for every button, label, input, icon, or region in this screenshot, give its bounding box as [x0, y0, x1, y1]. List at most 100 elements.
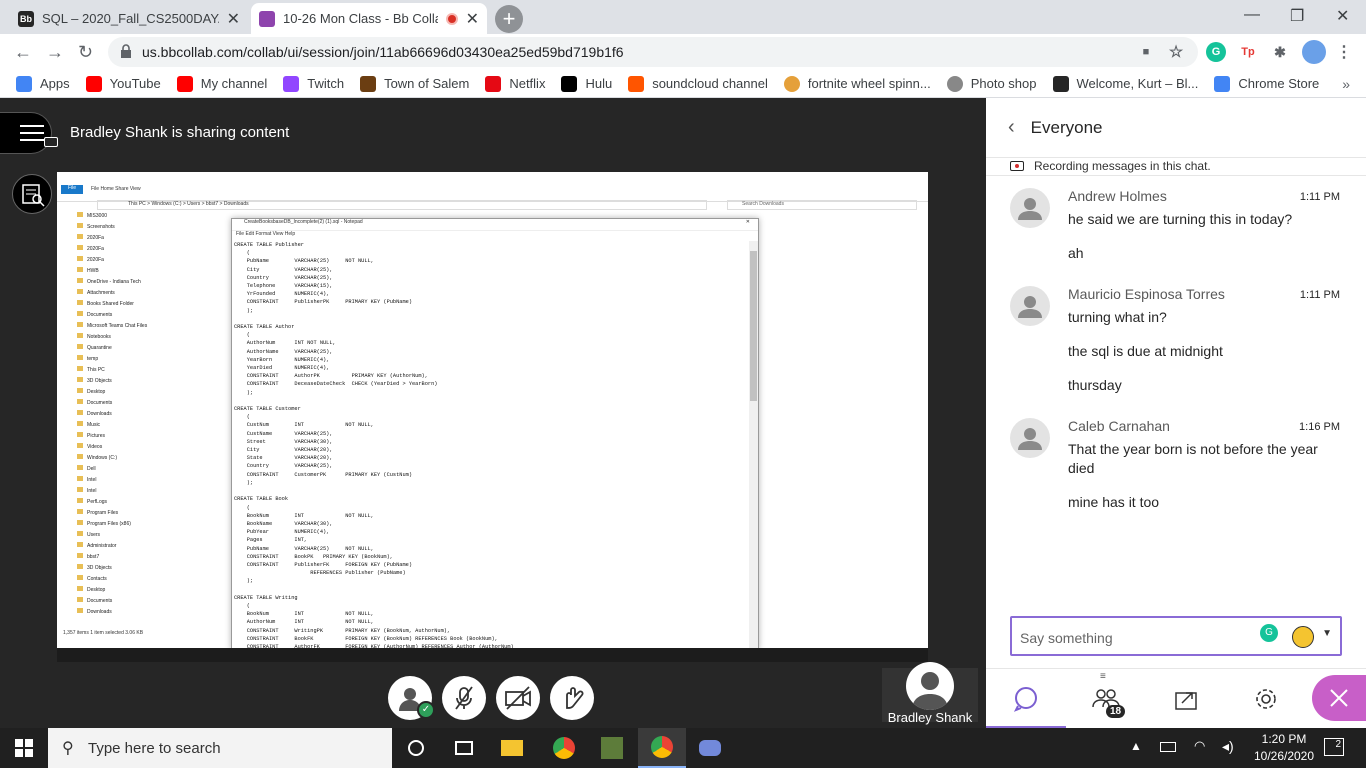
address-bar[interactable]: us.bbcollab.com/collab/ui/session/join/1… [108, 37, 1198, 67]
nav-pane-item: OneDrive - Indiana Tech [57, 278, 207, 289]
bookmark-soundcloud[interactable]: soundcloud channel [628, 75, 768, 92]
chrome-button[interactable] [540, 728, 588, 768]
avatar [1010, 286, 1050, 326]
minecraft-button[interactable] [588, 728, 636, 768]
nav-pane-item: Documents [57, 311, 207, 322]
share-content-icon[interactable] [12, 174, 52, 214]
close-tab-icon[interactable]: ✕ [227, 9, 240, 29]
volume-icon[interactable]: ◂) [1222, 738, 1234, 755]
folder-icon [77, 498, 83, 503]
notifications-button[interactable]: 2 [1324, 738, 1344, 756]
forward-icon[interactable]: → [46, 42, 64, 63]
folder-icon [77, 487, 83, 492]
restore-icon[interactable]: ❐ [1290, 6, 1304, 26]
taskbar-clock[interactable]: 1:20 PM 10/26/2020 [1246, 731, 1322, 765]
bookmark-hulu[interactable]: Hulu [561, 75, 612, 92]
ribbon-file-tab: File [61, 185, 83, 194]
folder-icon [77, 553, 83, 558]
windows-taskbar: ⚲ Type here to search ▲ ◠ ◂) 1:20 PM 10/… [0, 728, 1366, 768]
folder-icon [77, 410, 83, 415]
notification-count: 2 [1335, 739, 1341, 750]
discord-button[interactable] [686, 728, 734, 768]
recording-icon [1010, 161, 1024, 171]
settings-tab[interactable] [1226, 669, 1306, 729]
bookmark-youtube[interactable]: YouTube [85, 75, 161, 92]
emoji-icon[interactable] [1292, 626, 1314, 648]
presenter-tile[interactable]: Bradley Shank [882, 662, 978, 725]
hulu-icon [561, 75, 578, 92]
folder-icon [77, 256, 83, 261]
window-close-icon[interactable]: ✕ [1336, 6, 1349, 26]
chrome-active-button[interactable] [638, 728, 686, 768]
more-bookmarks-icon[interactable]: » [1342, 76, 1350, 92]
taskbar-search[interactable]: ⚲ Type here to search [48, 728, 392, 768]
notepad-window: CreateBooksbaseDB_Incomplete(2) (1).sql … [231, 218, 759, 650]
bookmark-fortnite-wheel[interactable]: fortnite wheel spinn... [783, 75, 931, 92]
session-menu-button[interactable] [0, 112, 58, 154]
raise-hand-button[interactable] [550, 676, 594, 720]
wifi-icon[interactable]: ◠ [1194, 738, 1205, 754]
bookmark-chrome-store[interactable]: Chrome Store [1214, 75, 1319, 92]
chat-input[interactable]: Say something G ▼ [1010, 616, 1342, 656]
battery-icon[interactable] [1160, 742, 1176, 752]
cortana-button[interactable] [392, 728, 440, 768]
folder-icon [77, 267, 83, 272]
bookmark-netflix[interactable]: Netflix [485, 75, 545, 92]
chat-title: Everyone [1030, 117, 1103, 137]
back-chevron-icon[interactable]: ‹ [1008, 116, 1015, 139]
nav-pane-item: temp [57, 355, 207, 366]
notepad-menu: File Edit Format View Help [236, 231, 296, 237]
avatar[interactable] [1302, 40, 1326, 64]
message-time: 1:11 PM [1299, 191, 1340, 203]
bookmark-welcome-kurt[interactable]: Welcome, Kurt – Bl... [1052, 75, 1198, 92]
chevron-down-icon[interactable]: ▼ [1322, 628, 1332, 639]
bookmark-apps[interactable]: Apps [16, 75, 70, 92]
presenter-avatar [906, 662, 954, 710]
extension-tp-icon[interactable]: Tp [1238, 42, 1258, 62]
tab-collab[interactable]: 10-26 Mon Class - Bb Collab ✕ [251, 3, 487, 34]
extensions-icon[interactable]: ✱ [1270, 42, 1290, 62]
grammarly-icon[interactable]: G [1206, 42, 1226, 62]
folder-icon [77, 322, 83, 327]
file-explorer-button[interactable] [488, 728, 536, 768]
bookmark-my-channel[interactable]: My channel [176, 75, 267, 92]
folder-icon [77, 520, 83, 525]
share-icon [1175, 692, 1197, 710]
camera-icon[interactable]: ■ [1136, 42, 1156, 62]
reload-icon[interactable]: ↻ [78, 42, 93, 63]
nav-pane-item: Documents [57, 399, 207, 410]
bookmark-star-icon[interactable]: ☆ [1166, 42, 1186, 62]
camera-button[interactable] [496, 676, 540, 720]
chat-panel: ‹ Everyone Recording messages in this ch… [986, 98, 1366, 729]
chat-message: Andrew Holmes 1:11 PM he said we are tur… [986, 188, 1366, 278]
new-tab-button[interactable]: + [495, 5, 523, 33]
microphone-button[interactable] [442, 676, 486, 720]
tab-sql[interactable]: Bb SQL – 2020_Fall_CS2500DAYAA D ✕ [10, 3, 248, 34]
nav-pane-item: Intel [57, 476, 207, 487]
share-content-tab[interactable] [1146, 669, 1226, 729]
tab-title: 10-26 Mon Class - Bb Collab [283, 11, 438, 26]
close-panel-button[interactable] [1312, 675, 1366, 721]
task-view-button[interactable] [440, 728, 488, 768]
chevron-up-icon[interactable]: ▲ [1130, 739, 1142, 753]
my-status-button[interactable]: ✓ [388, 676, 435, 720]
participants-tab[interactable]: 18 [1066, 669, 1146, 729]
clock-date: 10/26/2020 [1253, 749, 1315, 763]
message-text: thursday [1068, 377, 1122, 393]
bookmarks-bar: Apps YouTube My channel Twitch Town of S… [0, 70, 1366, 98]
more-icon[interactable]: ⋮ [1334, 42, 1354, 62]
folder-icon [77, 586, 83, 591]
bookmark-town-of-salem[interactable]: Town of Salem [360, 75, 469, 92]
explorer-nav-pane: MIS3000 Screenshots 2020Fa 2020Fa 2020Fa HWB O… [57, 212, 207, 630]
minimize-icon[interactable]: — [1244, 6, 1260, 24]
chat-tab[interactable] [986, 669, 1066, 729]
microphone-off-icon [455, 686, 473, 710]
start-button[interactable] [0, 728, 48, 768]
bookmark-twitch[interactable]: Twitch [283, 75, 344, 92]
folder-icon [77, 289, 83, 294]
wheel-icon [783, 75, 800, 92]
close-tab-icon[interactable]: ✕ [466, 9, 479, 29]
nav-pane-item: Books Shared Folder [57, 300, 207, 311]
bookmark-photo-shop[interactable]: Photo shop [946, 75, 1037, 92]
back-icon[interactable]: ← [14, 42, 32, 63]
